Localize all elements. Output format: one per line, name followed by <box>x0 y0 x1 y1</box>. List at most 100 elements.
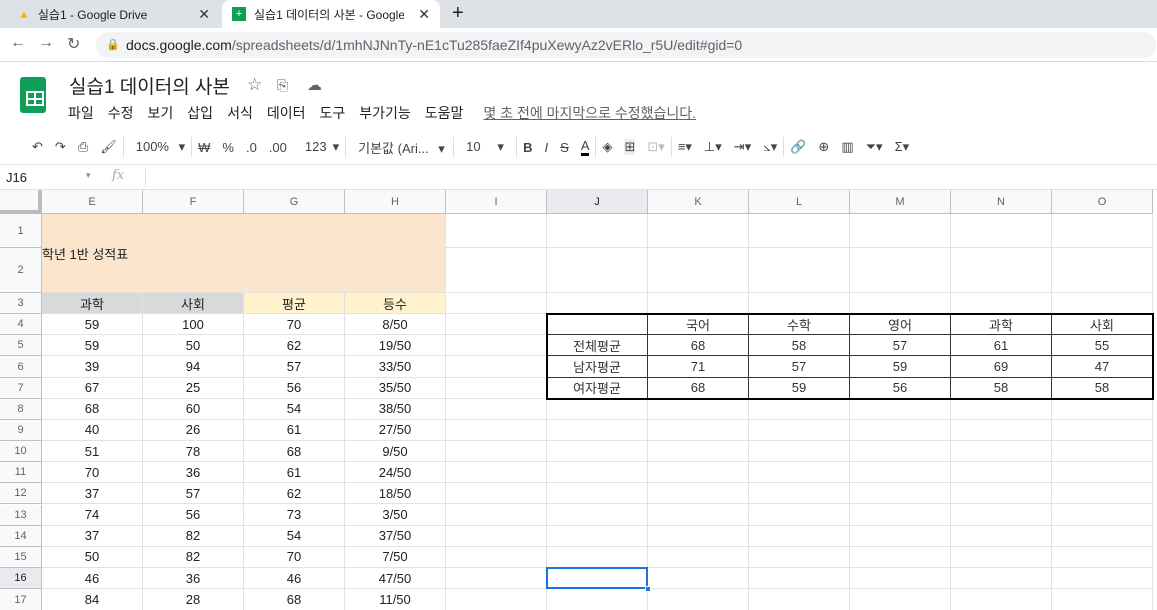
cloud-status-icon[interactable]: ☁ <box>307 76 322 94</box>
italic-icon[interactable]: I <box>545 140 549 155</box>
font-size-select[interactable]: 10 ▾ <box>460 139 510 155</box>
borders-icon[interactable]: ⊞ <box>624 139 636 155</box>
cell-N13[interactable] <box>951 504 1052 526</box>
row-header-10[interactable]: 10 <box>0 441 42 463</box>
cell-N10[interactable] <box>951 441 1052 463</box>
cell-L9[interactable] <box>749 419 850 442</box>
cell-K15[interactable] <box>648 546 749 568</box>
data-cell[interactable]: 73 <box>244 504 345 526</box>
cell-O12[interactable] <box>1052 483 1153 505</box>
cell-O15[interactable] <box>1052 546 1153 568</box>
cell-K17[interactable] <box>648 589 749 610</box>
cell-M2[interactable] <box>850 248 951 293</box>
data-cell[interactable]: 82 <box>143 546 244 568</box>
column-header-F[interactable]: F <box>143 190 244 214</box>
cell-J12[interactable] <box>547 483 648 505</box>
column-label-cell[interactable]: 평균 <box>244 293 345 315</box>
data-cell[interactable]: 54 <box>244 398 345 420</box>
cell-K14[interactable] <box>648 525 749 547</box>
column-header-L[interactable]: L <box>749 190 850 214</box>
paint-format-icon[interactable]: 🖌 <box>100 139 117 155</box>
reload-icon[interactable]: ↻ <box>67 34 80 54</box>
column-header-M[interactable]: M <box>850 190 951 214</box>
decrease-decimal-button[interactable]: .0 <box>246 140 257 155</box>
cell-N3[interactable] <box>951 293 1052 315</box>
data-cell[interactable]: 24/50 <box>345 462 446 484</box>
sheet-title-cell[interactable]: 학년 1반 성적표 <box>42 214 446 293</box>
formula-input[interactable] <box>145 169 1145 187</box>
cell-J15[interactable] <box>547 546 648 568</box>
cell-O17[interactable] <box>1052 589 1153 610</box>
cell-I8[interactable] <box>446 398 547 420</box>
cell-J1[interactable] <box>547 214 648 248</box>
data-cell[interactable]: 18/50 <box>345 483 446 505</box>
row-header-15[interactable]: 15 <box>0 546 42 568</box>
data-cell[interactable]: 37 <box>42 483 143 505</box>
cell-I16[interactable] <box>446 567 547 590</box>
functions-icon[interactable]: Σ▾ <box>895 139 910 155</box>
print-icon[interactable]: ⎙ <box>78 139 88 155</box>
spreadsheet-grid[interactable]: E F G H I J K L M N O 1 2 3 4 5 6 7 8 9 10 11 12 13 14 15 16 17 학년 1… <box>0 190 1157 610</box>
horizontal-align-icon[interactable]: ≡▾ <box>678 139 692 155</box>
cell-I5[interactable] <box>446 335 547 357</box>
cell-N16[interactable] <box>951 567 1052 590</box>
menu-file[interactable]: 파일 <box>68 103 94 123</box>
cell-O11[interactable] <box>1052 462 1153 484</box>
menu-format[interactable]: 서식 <box>227 103 253 123</box>
increase-decimal-button[interactable]: .00 <box>269 140 287 155</box>
cell-J9[interactable] <box>547 419 648 442</box>
data-cell[interactable]: 3/50 <box>345 504 446 526</box>
data-cell[interactable]: 68 <box>244 441 345 463</box>
redo-icon[interactable]: ↷ <box>55 139 66 155</box>
cell-K3[interactable] <box>648 293 749 315</box>
cell-K12[interactable] <box>648 483 749 505</box>
menu-insert[interactable]: 삽입 <box>187 103 213 123</box>
vertical-align-icon[interactable]: ⊥▾ <box>704 139 722 155</box>
row-header-9[interactable]: 9 <box>0 419 42 442</box>
data-cell[interactable]: 100 <box>143 314 244 336</box>
star-icon[interactable]: ☆ <box>247 75 262 95</box>
column-header-O[interactable]: O <box>1052 190 1153 214</box>
row-header-8[interactable]: 8 <box>0 398 42 420</box>
cell-M1[interactable] <box>850 214 951 248</box>
row-header-14[interactable]: 14 <box>0 525 42 547</box>
row-header-6[interactable]: 6 <box>0 356 42 378</box>
row-header-7[interactable]: 7 <box>0 377 42 399</box>
cell-J8[interactable] <box>547 398 648 420</box>
forward-icon[interactable]: → <box>38 34 54 52</box>
column-label-cell[interactable]: 과학 <box>42 293 143 315</box>
cell-I3[interactable] <box>446 293 547 315</box>
url-input[interactable]: 🔒 docs.google.com/spreadsheets/d/1mhNJNn… <box>96 32 1156 58</box>
cell-I9[interactable] <box>446 419 547 442</box>
cell-L15[interactable] <box>749 546 850 568</box>
cell-K1[interactable] <box>648 214 749 248</box>
fill-handle[interactable] <box>645 586 651 593</box>
google-sheets-logo[interactable] <box>20 77 46 113</box>
cell-K11[interactable] <box>648 462 749 484</box>
cell-M17[interactable] <box>850 589 951 610</box>
cell-L10[interactable] <box>749 441 850 463</box>
data-cell[interactable]: 70 <box>244 546 345 568</box>
data-cell[interactable]: 56 <box>143 504 244 526</box>
cell-O3[interactable] <box>1052 293 1153 315</box>
row-header-5[interactable]: 5 <box>0 335 42 357</box>
row-header-1[interactable]: 1 <box>0 214 42 248</box>
cell-I11[interactable] <box>446 462 547 484</box>
cell-L11[interactable] <box>749 462 850 484</box>
merge-cells-icon[interactable]: ⊡▾ <box>647 139 664 155</box>
cell-J11[interactable] <box>547 462 648 484</box>
name-box[interactable]: J16 <box>6 170 27 185</box>
row-header-16[interactable]: 16 <box>0 567 42 590</box>
cell-J3[interactable] <box>547 293 648 315</box>
selected-cell-J16[interactable] <box>546 566 648 590</box>
data-cell[interactable]: 68 <box>42 398 143 420</box>
text-color-icon[interactable]: A <box>580 138 590 156</box>
data-cell[interactable]: 26 <box>143 419 244 442</box>
cell-I7[interactable] <box>446 377 547 399</box>
menu-addons[interactable]: 부가기능 <box>359 103 411 123</box>
menu-data[interactable]: 데이터 <box>267 103 306 123</box>
tab-google-sheets[interactable]: + 실습1 데이터의 사본 - Google S ✕ <box>222 0 440 28</box>
cell-L12[interactable] <box>749 483 850 505</box>
cell-I2[interactable] <box>446 248 547 293</box>
cell-M12[interactable] <box>850 483 951 505</box>
